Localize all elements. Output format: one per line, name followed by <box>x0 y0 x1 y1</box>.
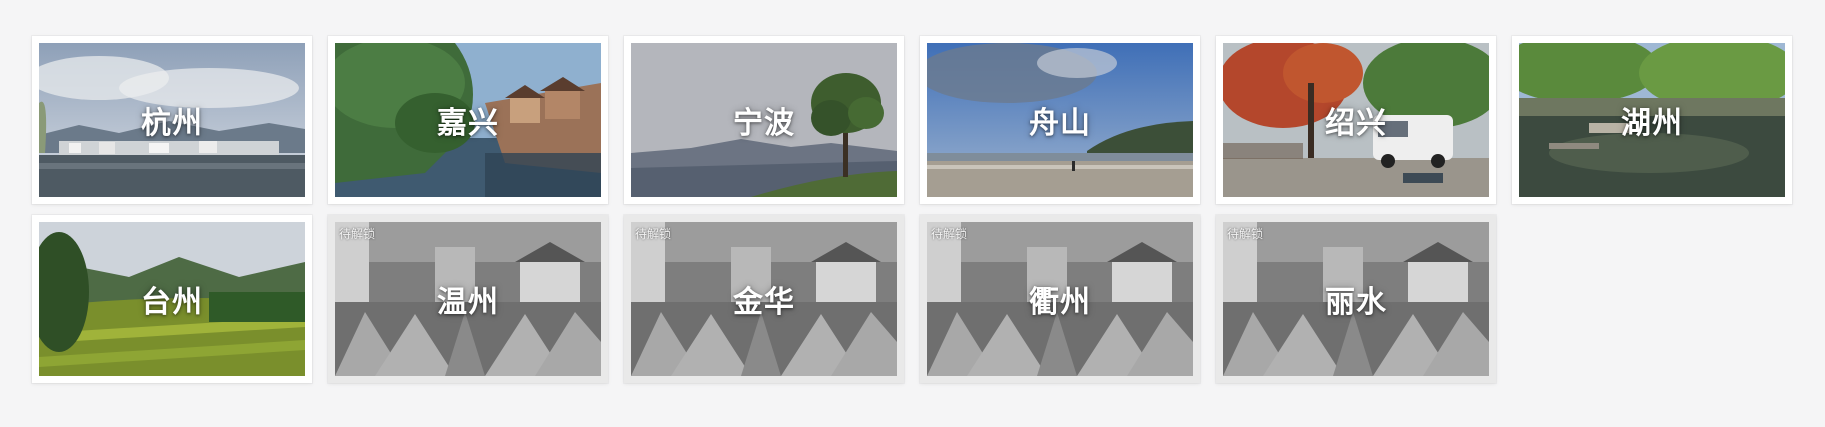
city-card-ningbo[interactable]: 宁波 <box>624 36 904 204</box>
city-photo: 绍兴 <box>1223 43 1489 197</box>
city-photo: 嘉兴 <box>335 43 601 197</box>
city-card-hangzhou[interactable]: 杭州 <box>32 36 312 204</box>
city-photo: 台州 <box>39 222 305 376</box>
locked-badge: 待解锁 <box>635 227 672 241</box>
city-photo-locked: 待解锁 丽水 <box>1223 222 1489 376</box>
locked-badge: 待解锁 <box>1227 227 1264 241</box>
city-card-taizhou[interactable]: 台州 <box>32 215 312 383</box>
city-photo: 湖州 <box>1519 43 1785 197</box>
city-photo: 杭州 <box>39 43 305 197</box>
city-card-quzhou[interactable]: 待解锁 衢州 <box>920 215 1200 383</box>
city-photo: 宁波 <box>631 43 897 197</box>
city-card-huzhou[interactable]: 湖州 <box>1512 36 1792 204</box>
city-card-lishui[interactable]: 待解锁 丽水 <box>1216 215 1496 383</box>
city-photo-locked: 待解锁 温州 <box>335 222 601 376</box>
city-card-jiaxing[interactable]: 嘉兴 <box>328 36 608 204</box>
city-photo-locked: 待解锁 金华 <box>631 222 897 376</box>
city-photo: 舟山 <box>927 43 1193 197</box>
locked-badge: 待解锁 <box>931 227 968 241</box>
city-card-jinhua[interactable]: 待解锁 金华 <box>624 215 904 383</box>
city-photo-locked: 待解锁 衢州 <box>927 222 1193 376</box>
city-card-wenzhou[interactable]: 待解锁 温州 <box>328 215 608 383</box>
city-grid: 杭州 嘉兴 宁波 舟山 绍兴 湖州 台州 待解锁 温州 待解锁 金华 待解锁 衢… <box>32 36 1792 383</box>
city-card-shaoxing[interactable]: 绍兴 <box>1216 36 1496 204</box>
city-card-zhoushan[interactable]: 舟山 <box>920 36 1200 204</box>
locked-badge: 待解锁 <box>339 227 376 241</box>
